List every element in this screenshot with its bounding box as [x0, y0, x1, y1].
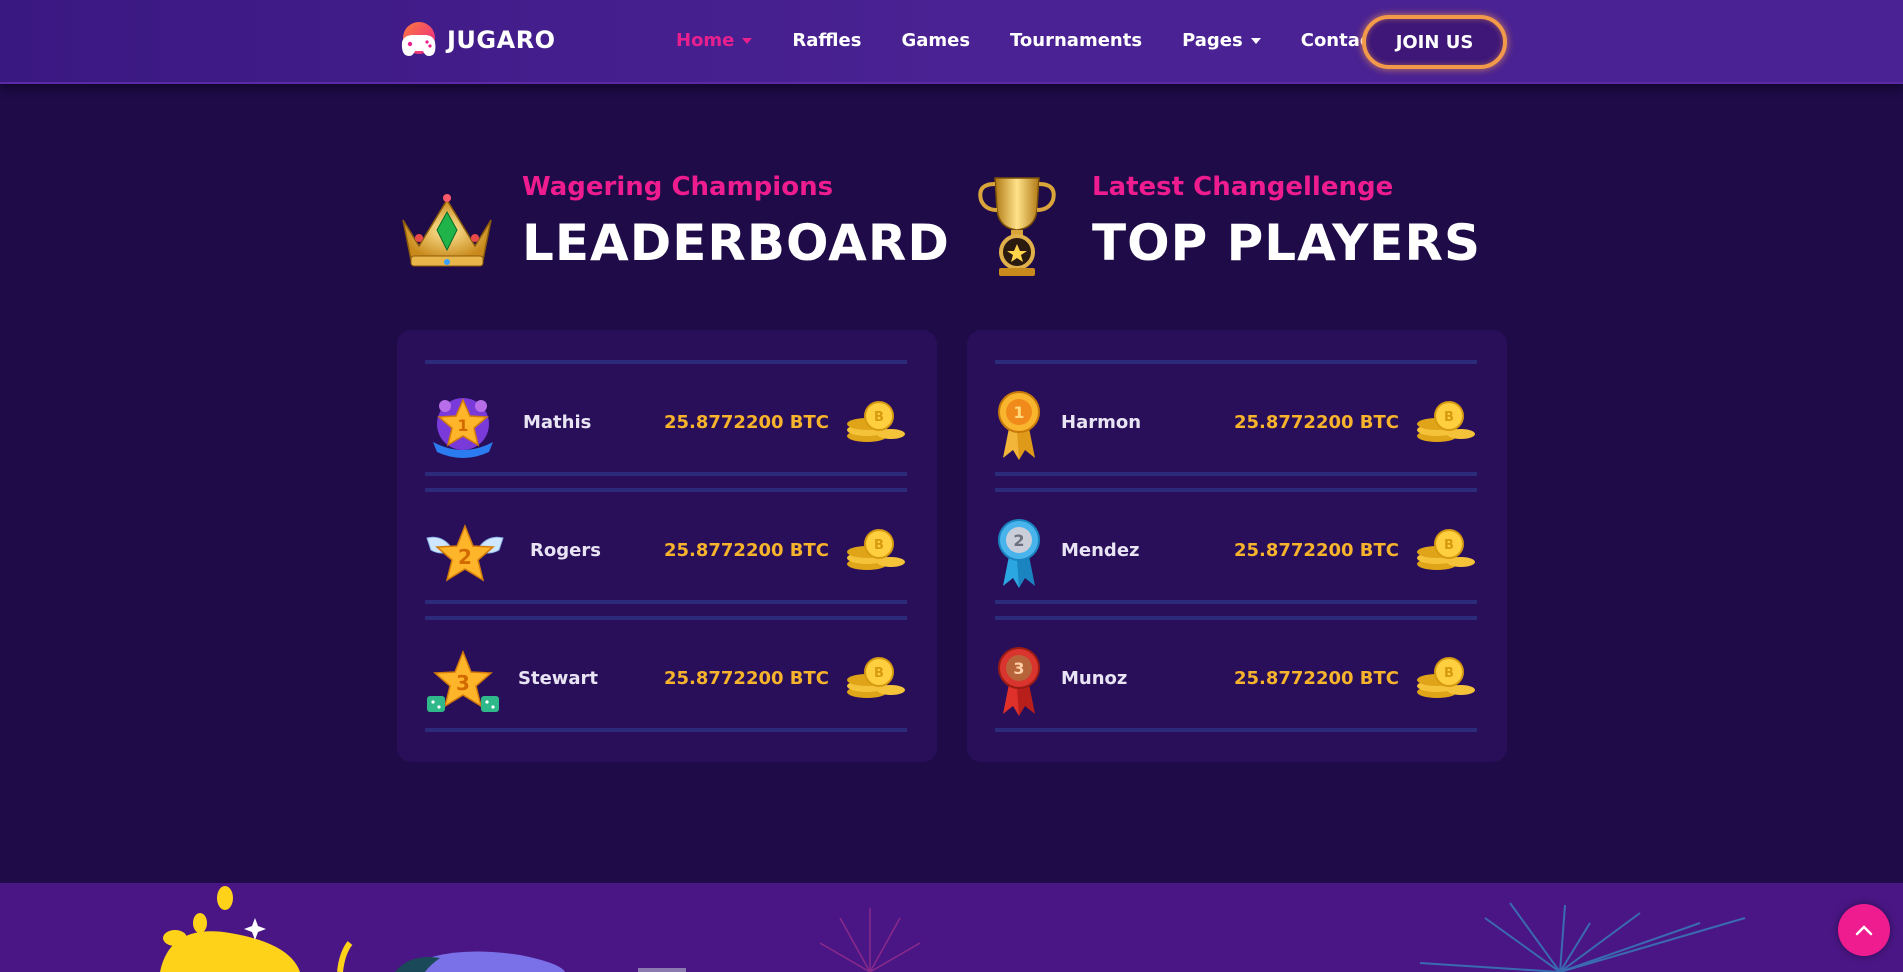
player-name: Harmon [1061, 412, 1142, 433]
chevron-down-icon [1250, 37, 1261, 44]
coins-icon: B [1417, 529, 1475, 570]
top-players-heading: Latest Changellenge TOP PLAYERS [967, 170, 1481, 280]
winged-star-2-icon: 2 [426, 523, 504, 582]
site-header: JUGARO Home Raffles Games Tournaments Pa… [0, 0, 1903, 84]
list-item: 1 Mathis 25.8772200 BTC B [425, 360, 907, 476]
nav-item-games[interactable]: Games [901, 30, 970, 51]
svg-text:2: 2 [1013, 531, 1024, 550]
nav-item-label: Games [901, 30, 971, 51]
coins-icon: B [847, 401, 905, 442]
svg-text:B: B [874, 410, 884, 425]
player-amount: 25.8772200 BTC [663, 668, 829, 689]
row-divider [425, 472, 907, 476]
player-amount: 25.8772200 BTC [1233, 668, 1399, 689]
brand-logo[interactable]: JUGARO [397, 20, 556, 60]
coins-icon: B [1417, 401, 1475, 442]
brand-name: JUGARO [447, 26, 556, 54]
row-divider [995, 616, 1477, 620]
row-divider [995, 600, 1477, 604]
row-divider [995, 360, 1477, 364]
row-divider [425, 600, 907, 604]
chevron-down-icon [742, 37, 753, 44]
nav-item-label: Tournaments [1010, 30, 1143, 51]
footer-banner [0, 883, 1903, 972]
svg-text:3: 3 [456, 671, 470, 695]
list-item: 2 Mendez 25.8772200 BTC B [995, 488, 1477, 604]
player-name: Rogers [530, 540, 601, 561]
nav-item-label: Home [676, 30, 735, 51]
star-3-dice-icon: 3 [427, 649, 499, 712]
nav-item-home[interactable]: Home [676, 30, 753, 51]
row-divider [425, 488, 907, 492]
leaderboard-heading: Wagering Champions LEADERBOARD [397, 170, 950, 280]
silver-medal-2-icon: 2 [998, 519, 1040, 588]
player-amount: 25.8772200 BTC [1233, 540, 1399, 561]
trophy-icon [978, 177, 1056, 276]
svg-text:B: B [1444, 538, 1454, 553]
player-name: Munoz [1061, 668, 1128, 689]
row-divider [425, 360, 907, 364]
leaderboard-title: LEADERBOARD [522, 214, 950, 272]
list-item: 1 Harmon 25.8772200 BTC B [995, 360, 1477, 476]
nav-item-label: Raffles [792, 30, 862, 51]
coins-icon: B [1417, 657, 1475, 698]
svg-text:B: B [874, 666, 884, 681]
gamepad-logo-icon [401, 22, 436, 56]
gold-medal-1-icon: 1 [998, 391, 1040, 460]
fireworks-decoration [160, 886, 1746, 972]
main-nav: Home Raffles Games Tournaments Pages Con… [676, 30, 1419, 51]
player-amount: 25.8772200 BTC [663, 540, 829, 561]
svg-text:B: B [1444, 410, 1454, 425]
join-us-button[interactable]: JOIN US [1362, 15, 1507, 69]
player-name: Mathis [523, 412, 592, 433]
list-item: 2 Rogers 25.8772200 BTC B [425, 488, 907, 604]
svg-text:1: 1 [1013, 403, 1024, 422]
row-divider [995, 728, 1477, 732]
svg-text:1: 1 [457, 416, 468, 435]
chevron-up-icon [1855, 925, 1873, 936]
nav-item-raffles[interactable]: Raffles [792, 30, 861, 51]
player-name: Stewart [518, 668, 599, 689]
coins-icon: B [847, 529, 905, 570]
scroll-to-top-button[interactable] [1838, 904, 1890, 956]
player-amount: 25.8772200 BTC [663, 412, 829, 433]
row-divider [995, 472, 1477, 476]
top-players-subtitle: Latest Changellenge [1092, 172, 1394, 202]
treasure-coins-decoration [160, 886, 353, 972]
top-players-card: 1 Harmon 25.8772200 BTC B 2 Mendez 25.87… [967, 330, 1507, 762]
nav-item-label: Pages [1182, 30, 1243, 51]
crown-icon [402, 194, 492, 267]
level-1-badge-icon: 1 [433, 398, 493, 458]
row-divider [425, 616, 907, 620]
leaderboard-subtitle: Wagering Champions [522, 172, 834, 202]
bronze-medal-3-icon: 3 [998, 647, 1040, 716]
player-amount: 25.8772200 BTC [1233, 412, 1399, 433]
svg-text:2: 2 [458, 545, 472, 569]
top-players-title: TOP PLAYERS [1092, 214, 1481, 272]
svg-text:3: 3 [1013, 659, 1024, 678]
nav-item-pages[interactable]: Pages [1182, 30, 1261, 51]
player-name: Mendez [1061, 540, 1140, 561]
list-item: 3 Munoz 25.8772200 BTC B [995, 616, 1477, 732]
nav-item-tournaments[interactable]: Tournaments [1010, 30, 1142, 51]
row-divider [995, 488, 1477, 492]
svg-text:B: B [1444, 666, 1454, 681]
svg-text:B: B [874, 538, 884, 553]
leaderboard-card: 1 Mathis 25.8772200 BTC B 2 Rogers 25.87… [397, 330, 937, 762]
row-divider [425, 728, 907, 732]
coins-icon: B [847, 657, 905, 698]
list-item: 3 Stewart 25.8772200 BTC B [425, 616, 907, 732]
